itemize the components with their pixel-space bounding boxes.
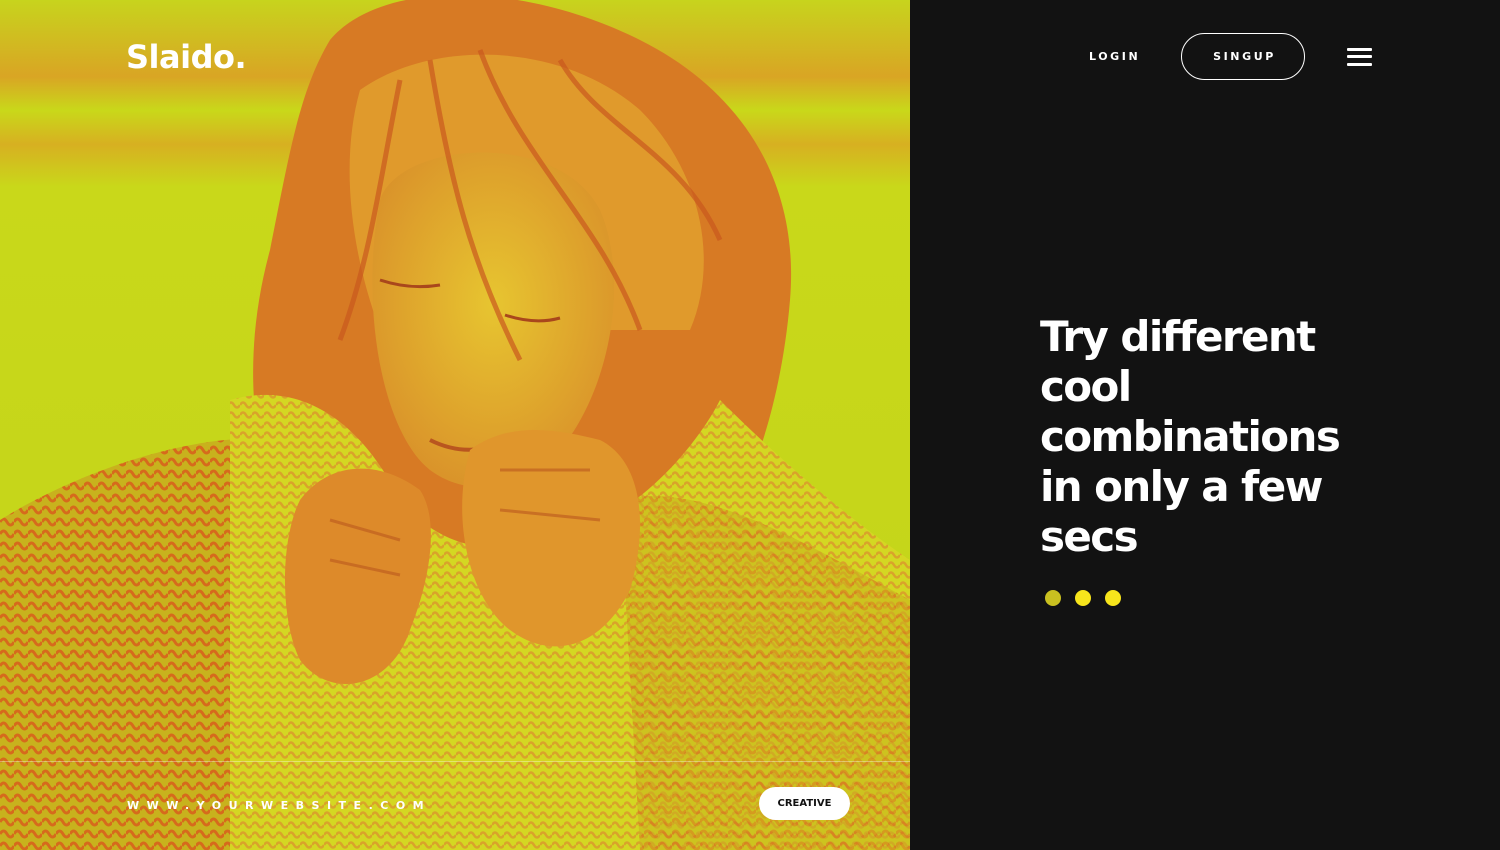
website-url: WWW.YOURWEBSITE.COM [127,799,432,812]
hamburger-menu-icon[interactable] [1347,46,1373,68]
creative-tag-button[interactable]: CREATIVE [759,787,850,820]
brand-logo[interactable]: Slaido. [126,38,247,76]
slider-dot-1[interactable] [1045,590,1061,606]
menu-line [1347,55,1372,58]
hero-photo [0,0,910,850]
slider-dot-3[interactable] [1105,590,1121,606]
menu-line [1347,63,1372,66]
menu-line [1347,48,1372,51]
signup-button[interactable]: SINGUP [1181,33,1305,80]
footer-divider [0,761,910,762]
login-link[interactable]: LOGIN [1089,50,1140,63]
hero-headline: Try different cool combinations in only … [1040,312,1341,561]
hero-photo-panel: Slaido. WWW.YOURWEBSITE.COM CREATIVE [0,0,910,850]
slider-dot-2[interactable] [1075,590,1091,606]
